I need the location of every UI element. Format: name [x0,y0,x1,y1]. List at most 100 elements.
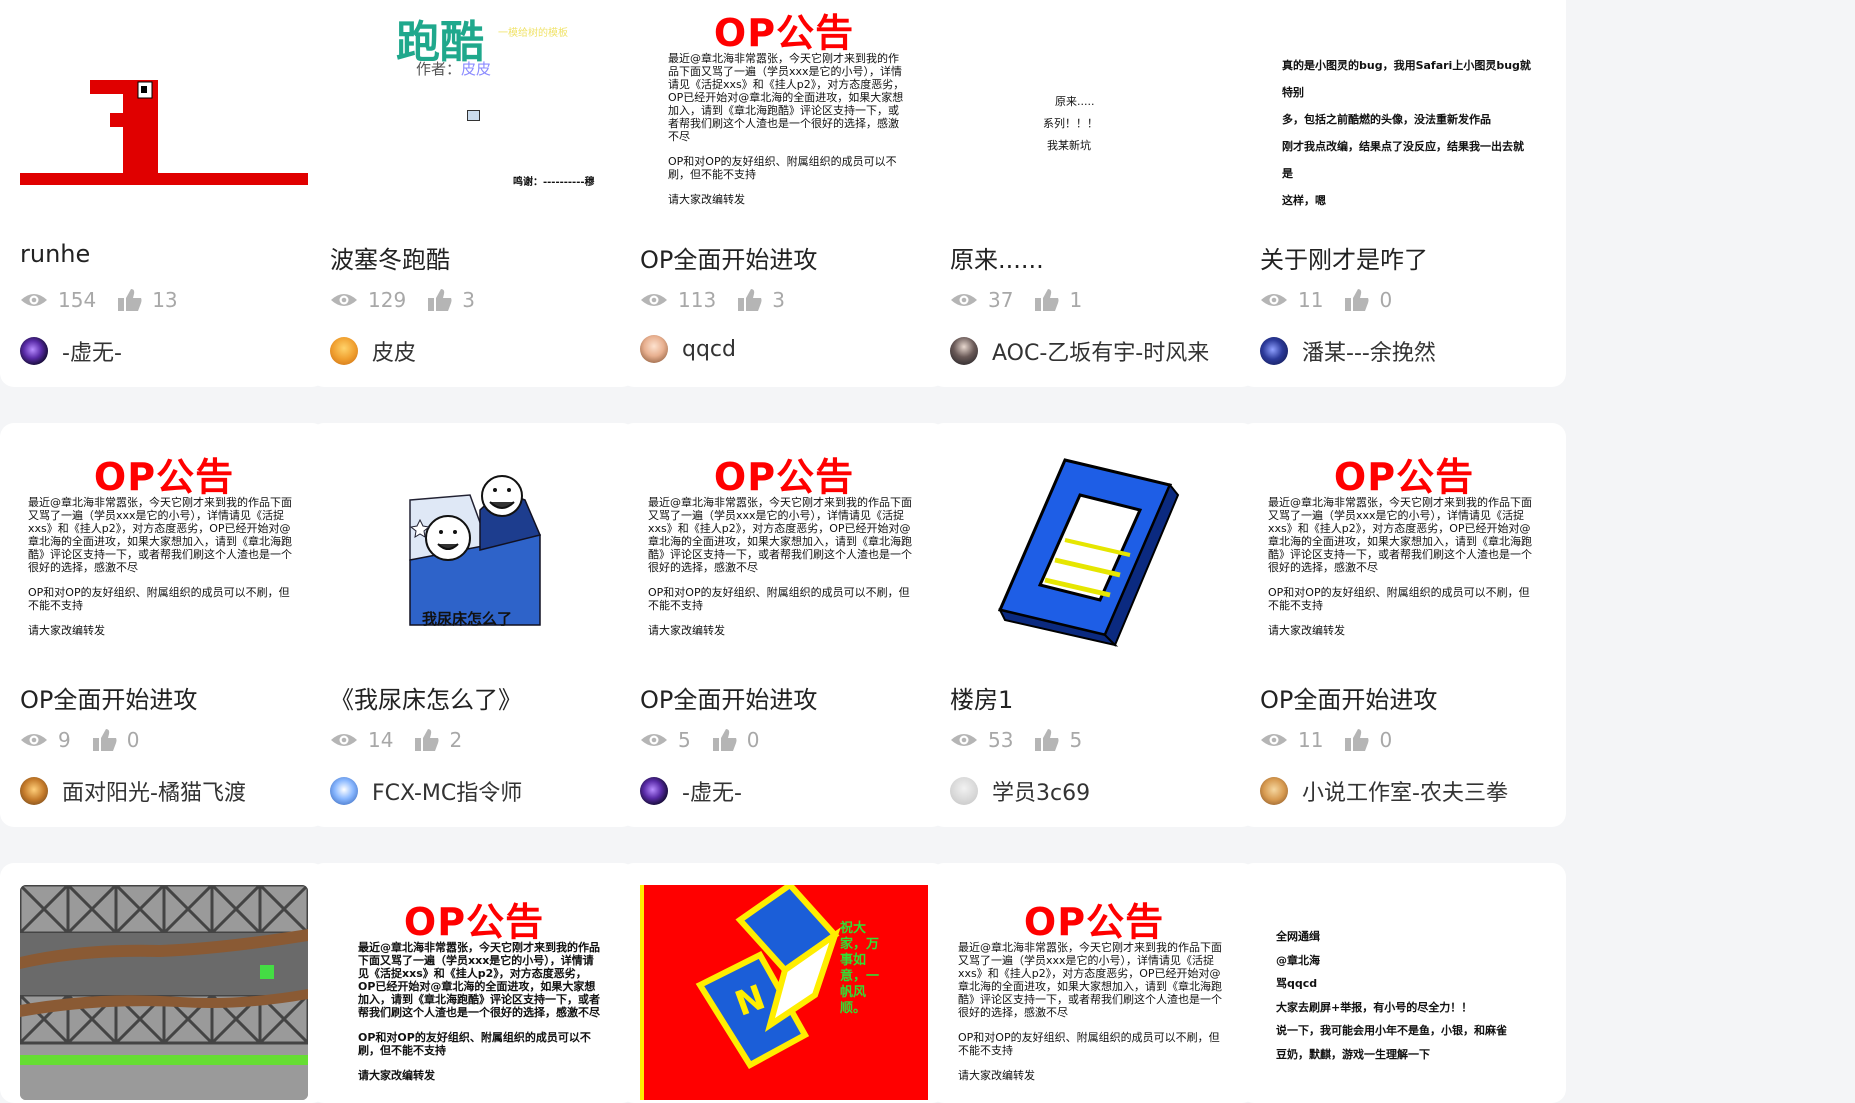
work-card[interactable]: OP公告 最近@章北海非常嚣张，今天它刚才来到我的作品下面又骂了一遍（学员xxx… [930,863,1256,1103]
author-avatar[interactable] [330,337,358,365]
view-count: 9 [58,728,71,752]
author-name[interactable]: qqcd [682,337,736,362]
work-card[interactable]: runhe 154 13 -虚无- [0,0,326,387]
author-name[interactable]: 小说工作室-农夫三拳 [1302,775,1508,807]
work-thumbnail[interactable]: OP公告 最近@章北海非常嚣张，今天它刚才来到我的作品下面又骂了一遍（学员xxx… [1260,440,1548,655]
work-thumbnail[interactable] [20,885,308,1100]
work-author[interactable]: AOC-乙坂有宇-时风来 [950,335,1209,367]
author-name[interactable]: 皮皮 [372,335,416,367]
work-title[interactable]: OP全面开始进攻 [640,680,817,715]
work-thumbnail[interactable]: OP公告 最近@章北海非常嚣张，今天它刚才来到我的作品下面又骂了一遍（学员xxx… [950,885,1238,1100]
work-author[interactable]: -虚无- [20,335,122,367]
work-title[interactable]: OP全面开始进攻 [1260,680,1437,715]
work-stats: 37 1 [950,288,1104,312]
view-count: 5 [678,728,691,752]
like-count: 1 [1069,288,1083,312]
author-name[interactable]: -虚无- [62,335,122,367]
author-name[interactable]: 学员3c69 [992,775,1090,807]
work-author[interactable]: 小说工作室-农夫三拳 [1260,775,1508,807]
work-title[interactable]: 楼房1 [950,680,1013,715]
like-count: 0 [1379,288,1393,312]
author-name[interactable]: 潘某---余挽然 [1302,335,1436,367]
author-name[interactable]: AOC-乙坂有宇-时风来 [992,335,1209,367]
work-stats: 14 2 [330,728,484,752]
work-stats: 113 3 [640,288,807,312]
work-card[interactable]: OP公告 最近@章北海非常嚣张，今天它刚才来到我的作品下面又骂了一遍（学员xxx… [1240,423,1566,827]
author-avatar[interactable] [20,777,48,805]
thumbs-up-icon [428,289,452,311]
work-author[interactable]: 皮皮 [330,335,416,367]
work-title[interactable]: 波塞冬跑酷 [330,240,450,275]
work-author[interactable]: -虚无- [640,775,742,807]
thumbs-up-icon [415,729,439,751]
work-stats: 53 5 [950,728,1104,752]
work-thumbnail[interactable]: 原来..... 系列！！！ 我某新坑 [950,0,1238,215]
work-thumbnail[interactable]: N 祝大家，万事如意，一帆风顺。 [640,885,928,1100]
author-avatar[interactable] [640,335,668,363]
work-card[interactable]: OP公告 最近@章北海非常嚣张，今天它刚才来到我的作品下面又骂了一遍（学员xxx… [620,0,946,387]
work-card[interactable]: 楼房1 53 5 学员3c69 [930,423,1256,827]
work-title[interactable]: 关于刚才是咋了 [1260,240,1428,275]
like-count: 5 [1069,728,1083,752]
author-name[interactable]: 面对阳光-橘猫飞渡 [62,775,246,807]
work-title[interactable]: OP全面开始进攻 [640,240,817,275]
work-thumbnail[interactable] [20,0,308,215]
author-avatar[interactable] [1260,337,1288,365]
author-avatar[interactable] [20,337,48,365]
work-thumbnail[interactable]: 真的是小图灵的bug，我用Safari上小图灵bug就特别 多，包括之前酷燃的头像… [1260,0,1548,215]
work-author[interactable]: 学员3c69 [950,775,1090,807]
like-count: 0 [126,728,140,752]
work-author[interactable]: 潘某---余挽然 [1260,335,1436,367]
work-thumbnail[interactable]: 跑酷 一模给树的模板 作者：皮皮 鸣谢：----------穆 [330,0,618,215]
like-count: 13 [152,288,178,312]
work-author[interactable]: 面对阳光-橘猫飞渡 [20,775,246,807]
work-thumbnail[interactable]: 全网通缉 @章北海 骂qqcd 大家去刷屏+举报，有小号的尽全力！！ 说一下，我可能会用… [1260,885,1548,1100]
eye-icon [951,734,977,746]
author-avatar[interactable] [640,777,668,805]
work-author[interactable]: qqcd [640,335,736,363]
work-stats: 11 0 [1260,288,1414,312]
thumbs-up-icon [712,729,737,751]
thumbs-up-icon [92,729,117,751]
works-grid: runhe 154 13 -虚无- 跑酷 一模给树的模板 作者：皮皮 鸣谢：--… [0,0,1855,1103]
author-name[interactable]: -虚无- [682,775,742,807]
author-avatar[interactable] [950,337,978,365]
platform-game-image [20,885,308,1100]
eye-icon [951,294,977,306]
work-card[interactable]: 全网通缉 @章北海 骂qqcd 大家去刷屏+举报，有小号的尽全力！！ 说一下，我可能会用… [1240,863,1566,1103]
work-thumbnail[interactable]: 我尿床怎么了 [330,440,618,655]
author-avatar[interactable] [330,777,358,805]
work-thumbnail[interactable]: OP公告 最近@章北海非常嚣张，今天它刚才来到我的作品下面又骂了一遍（学员xxx… [640,0,928,215]
work-card[interactable]: 我尿床怎么了 《我尿床怎么了》 14 2 FCX-MC指令师 [310,423,636,827]
work-card[interactable]: 跑酷 一模给树的模板 作者：皮皮 鸣谢：----------穆 波塞冬跑酷 12… [310,0,636,387]
thumbs-up-icon [1345,729,1369,751]
op-poster-heading: OP公告 [93,455,235,499]
runhe-character-image [20,80,308,185]
work-thumbnail[interactable]: OP公告 最近@章北海非常嚣张，今天它刚才来到我的作品下面又骂了一遍（学员xxx… [20,440,308,655]
author-avatar[interactable] [950,777,978,805]
like-count: 3 [462,288,475,312]
work-card[interactable]: OP公告 最近@章北海非常嚣张，今天它刚才来到我的作品下面又骂了一遍（学员xxx… [620,423,946,827]
work-card[interactable]: 真的是小图灵的bug，我用Safari上小图灵bug就特别 多，包括之前酷燃的头像… [1240,0,1566,387]
thumbs-up-icon [1345,289,1369,311]
work-stats: 9 0 [20,728,161,752]
work-card[interactable] [0,863,326,1103]
work-title[interactable]: 原来...... [950,240,1044,275]
author-avatar[interactable] [1260,777,1288,805]
work-card[interactable]: N 祝大家，万事如意，一帆风顺。 [620,863,946,1103]
work-title[interactable]: OP全面开始进攻 [20,680,197,715]
work-thumbnail[interactable]: OP公告 最近@章北海非常嚣张，今天它刚才来到我的作品下面又骂了一遍（学员xxx… [640,440,928,655]
work-author[interactable]: FCX-MC指令师 [330,775,522,807]
work-title[interactable]: runhe [20,240,90,268]
work-thumbnail[interactable] [950,440,1238,655]
work-card[interactable]: 原来..... 系列！！！ 我某新坑 原来...... 37 1 AOC-乙坂有… [930,0,1256,387]
work-title[interactable]: 《我尿床怎么了》 [330,680,522,715]
work-thumbnail[interactable]: OP公告 最近@章北海非常嚣张，今天它刚才来到我的作品下面又骂了一遍（学员xxx… [330,885,618,1100]
view-count: 11 [1298,728,1324,752]
view-count: 129 [368,288,407,312]
work-card[interactable]: OP公告 最近@章北海非常嚣张，今天它刚才来到我的作品下面又骂了一遍（学员xxx… [310,863,636,1103]
eye-icon [21,734,47,746]
op-poster-heading: OP公告 [1023,900,1165,944]
author-name[interactable]: FCX-MC指令师 [372,775,522,807]
work-card[interactable]: OP公告 最近@章北海非常嚣张，今天它刚才来到我的作品下面又骂了一遍（学员xxx… [0,423,326,827]
